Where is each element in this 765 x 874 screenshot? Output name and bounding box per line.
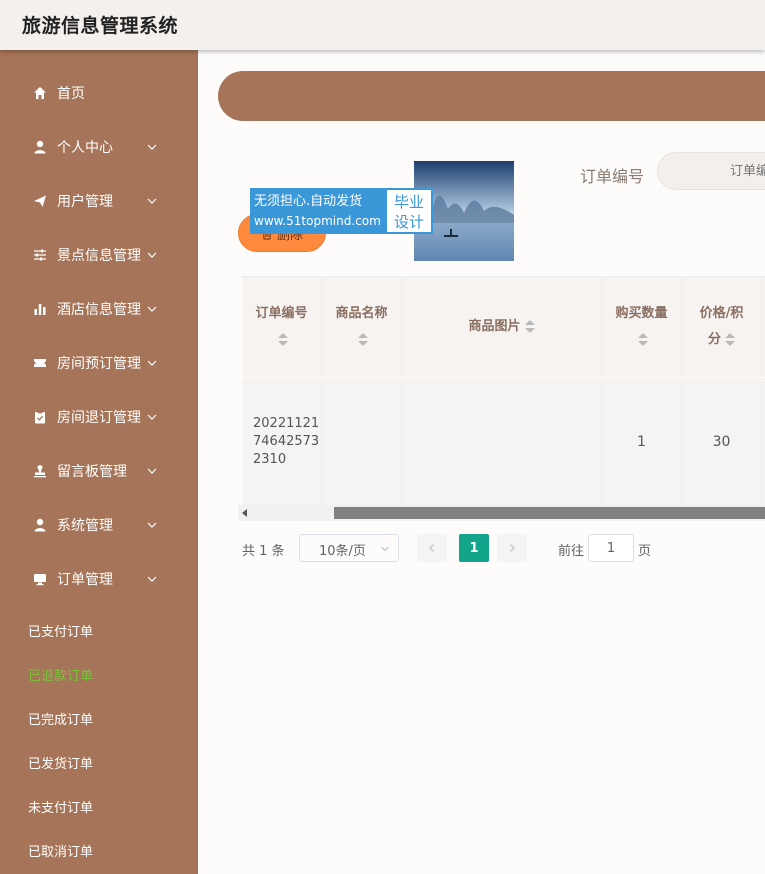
chevron-down-icon	[147, 468, 157, 474]
table-header: 订单编号 商品名称 商品图片 购买数量 价格/积分	[242, 277, 765, 377]
clipboard-icon	[32, 409, 48, 425]
chevron-right-icon	[510, 544, 515, 552]
chevron-left-icon	[429, 544, 434, 552]
column-header-product-image[interactable]: 商品图片	[402, 277, 602, 377]
sort-icon[interactable]	[524, 320, 535, 334]
cell-price: 30	[682, 378, 762, 506]
home-icon	[32, 85, 48, 101]
sidebar-item-label: 用户管理	[57, 194, 113, 210]
sidebar: 首页 个人中心 用户管理 景点信息管理 酒店信息管理 房间预订管理 房间退订管理…	[0, 50, 198, 874]
user-icon	[32, 517, 48, 533]
submenu-shipped-orders[interactable]: 已发货订单	[28, 753, 93, 772]
horizontal-scrollbar[interactable]	[238, 505, 765, 521]
sliders-icon	[32, 247, 48, 263]
sort-icon[interactable]	[358, 332, 369, 347]
goto-suffix: 页	[638, 544, 652, 559]
chevron-down-icon	[381, 546, 389, 552]
search-label: 订单编号	[580, 167, 645, 186]
main-content: 订单编号 删除 订单编号 商品名称 商品图片 购买数量 价格/积分 202211…	[198, 50, 765, 874]
column-header-product-name[interactable]: 商品名称	[322, 277, 402, 377]
send-icon	[32, 193, 48, 209]
sidebar-item-label: 系统管理	[57, 518, 113, 534]
user-icon	[32, 139, 48, 155]
chevron-down-icon	[147, 306, 157, 312]
sort-icon[interactable]	[725, 332, 735, 347]
sidebar-item-hotel[interactable]: 酒店信息管理	[0, 282, 198, 336]
sort-icon[interactable]	[638, 332, 649, 347]
ticket-icon	[32, 355, 48, 371]
chevron-down-icon	[147, 360, 157, 366]
page-size-select[interactable]: 10条/页	[299, 534, 399, 562]
monitor-icon	[32, 571, 48, 587]
watermark-right2: 设计	[393, 213, 424, 231]
sidebar-item-cancel[interactable]: 房间退订管理	[0, 390, 198, 444]
chevron-down-icon	[147, 198, 157, 204]
pagination-total: 共 1 条	[242, 544, 285, 559]
goto-label: 前往	[558, 544, 585, 559]
chevron-up-icon	[147, 576, 157, 582]
submenu-cancelled-orders[interactable]: 已取消订单	[28, 841, 93, 860]
submenu-paid-orders[interactable]: 已支付订单	[28, 621, 93, 640]
sidebar-item-booking[interactable]: 房间预订管理	[0, 336, 198, 390]
sidebar-item-label: 房间预订管理	[57, 356, 141, 372]
sidebar-item-label: 个人中心	[57, 140, 113, 156]
sidebar-item-personal[interactable]: 个人中心	[0, 120, 198, 174]
sidebar-item-label: 酒店信息管理	[57, 302, 141, 318]
next-page-button[interactable]	[497, 534, 527, 562]
cell-product-name	[322, 378, 402, 506]
goto-page-input[interactable]	[588, 534, 634, 562]
sidebar-item-orders[interactable]: 订单管理	[0, 552, 198, 606]
watermark-badge: 无须担心.自动发货 www.51topmind.com 毕业 设计	[250, 188, 433, 234]
cell-product-image	[402, 378, 602, 506]
watermark-line2: www.51topmind.com	[254, 214, 381, 228]
orders-table: 订单编号 商品名称 商品图片 购买数量 价格/积分 20221121746425…	[238, 276, 765, 506]
submenu-refunded-orders[interactable]: 已退款订单	[28, 665, 93, 684]
cell-order-no: 20221121746425732310	[242, 378, 322, 506]
submenu-unpaid-orders[interactable]: 未支付订单	[28, 797, 93, 816]
bar-chart-icon	[32, 301, 48, 317]
top-bar: 旅游信息管理系统	[0, 0, 765, 50]
stamp-icon	[32, 463, 48, 479]
sidebar-item-label: 留言板管理	[57, 464, 127, 480]
submenu-completed-orders[interactable]: 已完成订单	[28, 709, 93, 728]
chevron-down-icon	[147, 414, 157, 420]
sidebar-item-message[interactable]: 留言板管理	[0, 444, 198, 498]
sidebar-item-label: 订单管理	[57, 572, 113, 588]
table-row[interactable]: 20221121746425732310 1 30	[242, 378, 765, 506]
chevron-down-icon	[147, 522, 157, 528]
sidebar-item-label: 首页	[57, 86, 85, 102]
prev-page-button[interactable]	[417, 534, 447, 562]
cell-quantity: 1	[602, 378, 682, 506]
sidebar-item-home[interactable]: 首页	[0, 66, 198, 120]
sidebar-item-label: 景点信息管理	[57, 248, 141, 264]
app-title: 旅游信息管理系统	[22, 15, 179, 37]
page-number-current[interactable]: 1	[459, 534, 489, 562]
sidebar-item-system[interactable]: 系统管理	[0, 498, 198, 552]
watermark-right1: 毕业	[393, 193, 424, 211]
column-header-order-no[interactable]: 订单编号	[242, 277, 322, 377]
pagination: 共 1 条 10条/页 1 前往 页	[242, 534, 762, 562]
order-number-search-input[interactable]	[657, 152, 765, 190]
page-banner	[218, 71, 765, 121]
scroll-left-icon[interactable]	[242, 509, 247, 517]
chevron-down-icon	[147, 252, 157, 258]
chevron-down-icon	[147, 144, 157, 150]
column-header-price[interactable]: 价格/积分	[682, 277, 762, 377]
watermark-line1: 无须担心.自动发货	[254, 194, 363, 209]
scrollbar-thumb[interactable]	[334, 507, 765, 519]
column-header-quantity[interactable]: 购买数量	[602, 277, 682, 377]
sidebar-item-scenic[interactable]: 景点信息管理	[0, 228, 198, 282]
sidebar-item-users[interactable]: 用户管理	[0, 174, 198, 228]
sidebar-item-label: 房间退订管理	[57, 410, 141, 426]
sort-icon[interactable]	[278, 332, 289, 347]
